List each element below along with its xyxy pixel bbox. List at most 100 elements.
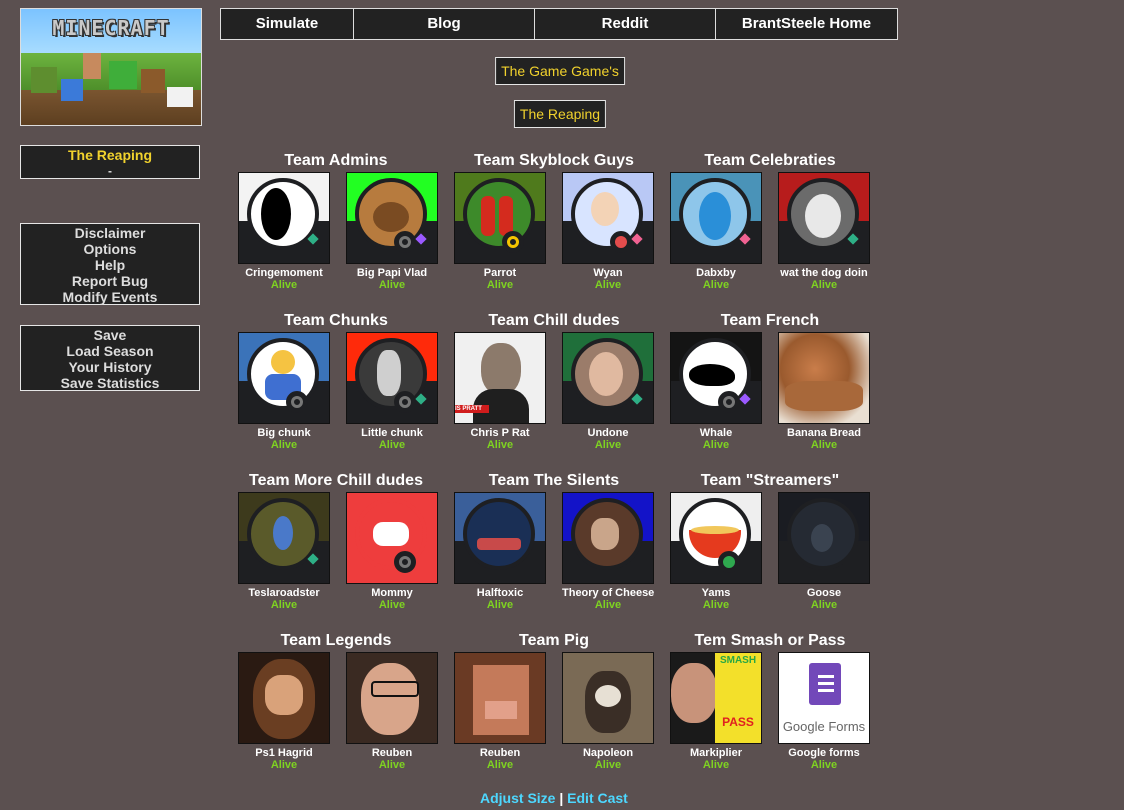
tribute-status: Alive	[486, 759, 514, 771]
help-menu: Disclaimer Options Help Report Bug Modif…	[20, 223, 200, 305]
nav-simulate[interactable]: Simulate	[221, 9, 354, 39]
tribute-card[interactable]: Halftoxic Alive	[454, 492, 546, 611]
tribute-avatar	[454, 652, 546, 744]
menu-help[interactable]: Help	[21, 257, 199, 273]
team-name: Team Chill dudes	[488, 312, 620, 329]
nav-reddit[interactable]: Reddit	[535, 9, 716, 39]
tribute-avatar	[454, 172, 546, 264]
menu-report-bug[interactable]: Report Bug	[21, 273, 199, 289]
tribute-status: Alive	[594, 759, 622, 771]
tribute-avatar	[670, 332, 762, 424]
tribute-status: Alive	[810, 279, 838, 291]
tribute-name: Big Papi Vlad	[356, 267, 428, 279]
menu-disclaimer[interactable]: Disclaimer	[21, 225, 199, 241]
logo-text: MINECRAFT	[52, 16, 170, 40]
tribute-card[interactable]: Theory of Cheese Alive	[562, 492, 654, 611]
tribute-avatar	[238, 492, 330, 584]
tribute-avatar	[562, 172, 654, 264]
tribute-card[interactable]: Reuben Alive	[454, 652, 546, 771]
phase-title: The Reaping	[67, 147, 152, 163]
menu-save-statistics[interactable]: Save Statistics	[21, 375, 199, 391]
tribute-name: Undone	[587, 427, 629, 439]
tribute-status: Alive	[702, 599, 730, 611]
tribute-card[interactable]: Undone Alive	[562, 332, 654, 451]
tribute-avatar	[238, 652, 330, 744]
forms-icon	[809, 663, 841, 705]
phase-heading: The Reaping	[513, 100, 607, 128]
team-name: Team "Streamers"	[700, 472, 840, 489]
tribute-status: Alive	[810, 599, 838, 611]
tribute-status: Alive	[594, 279, 622, 291]
tribute-name: Teslaroadster	[248, 587, 320, 599]
name-tag: IS PRATT	[455, 405, 489, 413]
tribute-name: Big chunk	[257, 427, 311, 439]
tribute-card[interactable]: Yams Alive	[670, 492, 762, 611]
tribute-status: Alive	[378, 759, 406, 771]
tribute-status: Alive	[270, 279, 298, 291]
tribute-card[interactable]: Goose Alive	[778, 492, 870, 611]
tribute-avatar	[670, 172, 762, 264]
tribute-status: Alive	[702, 759, 730, 771]
tribute-name: Whale	[699, 427, 733, 439]
tribute-card[interactable]: Wyan Alive	[562, 172, 654, 291]
tribute-name: Dabxby	[696, 267, 736, 279]
pass-text: PASS	[722, 715, 754, 729]
tribute-card[interactable]: Cringemoment Alive	[238, 172, 330, 291]
tribute-name: Markiplier	[690, 747, 742, 759]
tribute-card[interactable]: Reuben Alive	[346, 652, 438, 771]
tribute-card[interactable]: Big Papi Vlad Alive	[346, 172, 438, 291]
tribute-name: wat the dog doin	[780, 267, 868, 279]
tribute-card[interactable]: Whale Alive	[670, 332, 762, 451]
menu-save[interactable]: Save	[21, 327, 199, 343]
tribute-name: Parrot	[483, 267, 517, 279]
team-name: Tem Smash or Pass	[694, 632, 846, 649]
tribute-card[interactable]: Little chunk Alive	[346, 332, 438, 451]
tribute-avatar: Google Forms	[778, 652, 870, 744]
tribute-status: Alive	[270, 599, 298, 611]
tribute-card[interactable]: Dabxby Alive	[670, 172, 762, 291]
menu-options[interactable]: Options	[21, 241, 199, 257]
tribute-card[interactable]: Big chunk Alive	[238, 332, 330, 451]
tribute-name: Wyan	[593, 267, 623, 279]
menu-modify-events[interactable]: Modify Events	[21, 289, 199, 305]
tribute-card[interactable]: wat the dog doin Alive	[778, 172, 870, 291]
tribute-status: Alive	[378, 439, 406, 451]
adjust-size-link[interactable]: Adjust Size	[480, 790, 555, 806]
menu-your-history[interactable]: Your History	[21, 359, 199, 375]
edit-cast-link[interactable]: Edit Cast	[567, 790, 628, 806]
footer-separator: |	[559, 790, 564, 806]
tribute-name: Banana Bread	[787, 427, 861, 439]
tribute-avatar	[562, 332, 654, 424]
nav-blog[interactable]: Blog	[354, 9, 535, 39]
tribute-card[interactable]: Ps1 Hagrid Alive	[238, 652, 330, 771]
tribute-status: Alive	[810, 759, 838, 771]
tribute-card[interactable]: IS PRATT Chris P Rat Alive	[454, 332, 546, 451]
team-name: Team Celebraties	[704, 152, 836, 169]
team-name: Team Skyblock Guys	[474, 152, 634, 169]
tribute-avatar	[346, 172, 438, 264]
tribute-card[interactable]: Teslaroadster Alive	[238, 492, 330, 611]
tribute-status: Alive	[378, 599, 406, 611]
tribute-card[interactable]: Banana Bread Alive	[778, 332, 870, 451]
nav-brantsteele-home[interactable]: BrantSteele Home	[716, 9, 897, 39]
menu-load-season[interactable]: Load Season	[21, 343, 199, 359]
tribute-name: Theory of Cheese	[562, 587, 655, 599]
tribute-name: Ps1 Hagrid	[255, 747, 313, 759]
tribute-card[interactable]: Napoleon Alive	[562, 652, 654, 771]
tribute-avatar	[670, 492, 762, 584]
tribute-name: Goose	[806, 587, 842, 599]
phase-box: The Reaping -	[20, 145, 200, 179]
tribute-card[interactable]: Mommy Alive	[346, 492, 438, 611]
tribute-card[interactable]: Parrot Alive	[454, 172, 546, 291]
tribute-name: Halftoxic	[476, 587, 524, 599]
tribute-avatar	[346, 492, 438, 584]
tribute-name: Napoleon	[582, 747, 634, 759]
game-title: The Game Game's	[495, 57, 625, 85]
tribute-name: Reuben	[479, 747, 521, 759]
tribute-avatar	[454, 492, 546, 584]
tribute-avatar	[346, 332, 438, 424]
tribute-card[interactable]: Google Forms Google forms Alive	[778, 652, 870, 771]
tribute-status: Alive	[594, 599, 622, 611]
footer-links: Adjust Size | Edit Cast	[480, 790, 628, 806]
tribute-card[interactable]: SMASH PASS Markiplier Alive	[670, 652, 762, 771]
